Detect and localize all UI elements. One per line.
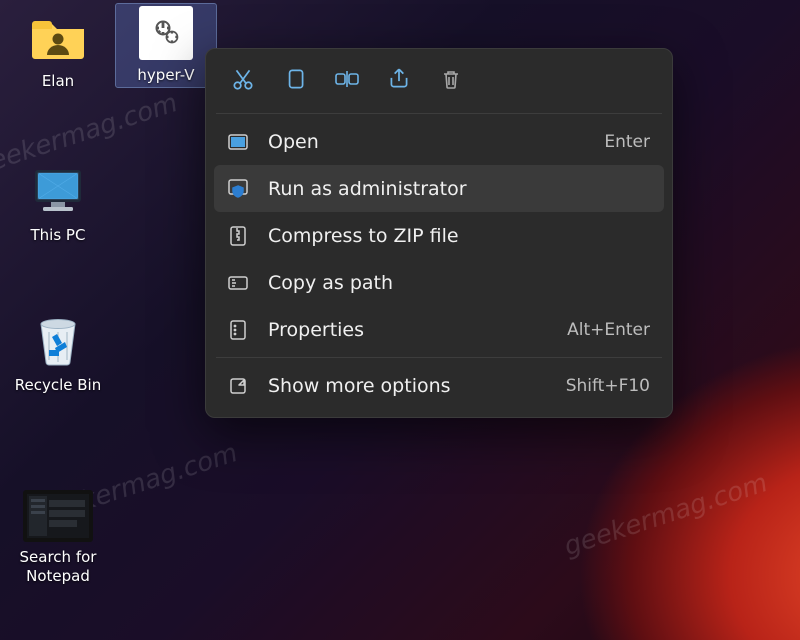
- cut-button[interactable]: [220, 59, 266, 99]
- menu-separator: [216, 357, 662, 358]
- desktop-icon-hyperv[interactable]: hyper-V: [116, 4, 216, 87]
- copy-path-icon: [224, 271, 252, 295]
- properties-icon: [224, 318, 252, 342]
- shield-icon: [224, 177, 252, 201]
- desktop[interactable]: geekermag.com geekermag.com geekermag.co…: [0, 0, 800, 640]
- screenshot-thumbnail-icon: [23, 490, 93, 542]
- desktop-icon-elan[interactable]: Elan: [8, 6, 108, 91]
- this-pc-icon: [28, 160, 88, 220]
- menu-item-shortcut: Alt+Enter: [567, 320, 650, 340]
- desktop-icon-label: Search for Notepad: [8, 548, 108, 586]
- menu-item-copy-as-path[interactable]: Copy as path: [214, 259, 664, 306]
- menu-separator: [216, 113, 662, 114]
- open-icon: [224, 130, 252, 154]
- desktop-icon-label: Recycle Bin: [8, 376, 108, 395]
- menu-item-open[interactable]: Open Enter: [214, 118, 664, 165]
- menu-item-shortcut: Shift+F10: [566, 376, 650, 396]
- rename-button[interactable]: [324, 59, 370, 99]
- desktop-icon-search-notepad[interactable]: Search for Notepad: [8, 490, 108, 586]
- desktop-icon-label: Elan: [8, 72, 108, 91]
- recycle-bin-icon: [28, 310, 88, 370]
- context-menu: Open Enter Run as administrator Compress…: [205, 48, 673, 418]
- menu-item-run-as-administrator[interactable]: Run as administrator: [214, 165, 664, 212]
- menu-item-properties[interactable]: Properties Alt+Enter: [214, 306, 664, 353]
- menu-item-label: Copy as path: [268, 272, 650, 294]
- delete-button[interactable]: [428, 59, 474, 99]
- desktop-icon-label: hyper-V: [116, 66, 216, 85]
- menu-item-compress-zip[interactable]: Compress to ZIP file: [214, 212, 664, 259]
- copy-button[interactable]: [272, 59, 318, 99]
- context-menu-toolbar: [214, 57, 664, 109]
- menu-item-label: Properties: [268, 319, 567, 341]
- menu-item-label: Compress to ZIP file: [268, 225, 650, 247]
- menu-item-label: Open: [268, 131, 604, 153]
- folder-icon: [28, 6, 88, 66]
- share-button[interactable]: [376, 59, 422, 99]
- desktop-icon-this-pc[interactable]: This PC: [8, 160, 108, 245]
- menu-item-shortcut: Enter: [604, 132, 650, 152]
- menu-item-label: Run as administrator: [268, 178, 650, 200]
- more-options-icon: [224, 374, 252, 398]
- batch-file-icon: [139, 6, 193, 60]
- desktop-icon-recycle-bin[interactable]: Recycle Bin: [8, 310, 108, 395]
- menu-item-label: Show more options: [268, 375, 566, 397]
- desktop-icon-label: This PC: [8, 226, 108, 245]
- zip-icon: [224, 224, 252, 248]
- watermark: geekermag.com: [561, 468, 772, 562]
- menu-item-show-more-options[interactable]: Show more options Shift+F10: [214, 362, 664, 409]
